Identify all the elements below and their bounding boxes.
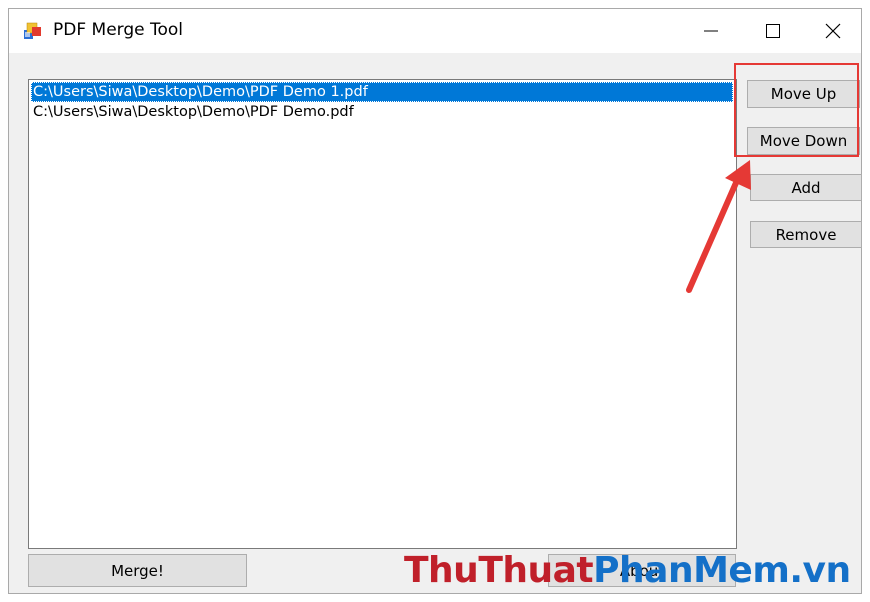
highlight-box bbox=[734, 63, 859, 157]
maximize-button[interactable] bbox=[743, 9, 803, 53]
list-item[interactable]: C:\Users\Siwa\Desktop\Demo\PDF Demo 1.pd… bbox=[31, 82, 733, 102]
watermark-part2: PhanMem bbox=[593, 550, 790, 591]
add-button[interactable]: Add bbox=[750, 174, 862, 201]
window-title: PDF Merge Tool bbox=[53, 20, 184, 40]
maximize-icon bbox=[766, 24, 780, 38]
minimize-button[interactable] bbox=[681, 9, 741, 53]
minimize-icon bbox=[704, 30, 718, 32]
merge-button[interactable]: Merge! bbox=[28, 554, 247, 587]
remove-button[interactable]: Remove bbox=[750, 221, 862, 248]
close-button[interactable] bbox=[803, 9, 863, 53]
watermark-part3: .vn bbox=[789, 550, 851, 591]
watermark: ThuThuatPhanMem.vn bbox=[404, 550, 851, 591]
watermark-part1: ThuThuat bbox=[404, 550, 594, 591]
pdf-file-list[interactable]: C:\Users\Siwa\Desktop\Demo\PDF Demo 1.pd… bbox=[28, 79, 737, 549]
list-item[interactable]: C:\Users\Siwa\Desktop\Demo\PDF Demo.pdf bbox=[31, 102, 733, 122]
app-icon bbox=[23, 21, 43, 41]
close-icon bbox=[825, 23, 841, 39]
title-bar[interactable]: PDF Merge Tool bbox=[9, 9, 861, 53]
